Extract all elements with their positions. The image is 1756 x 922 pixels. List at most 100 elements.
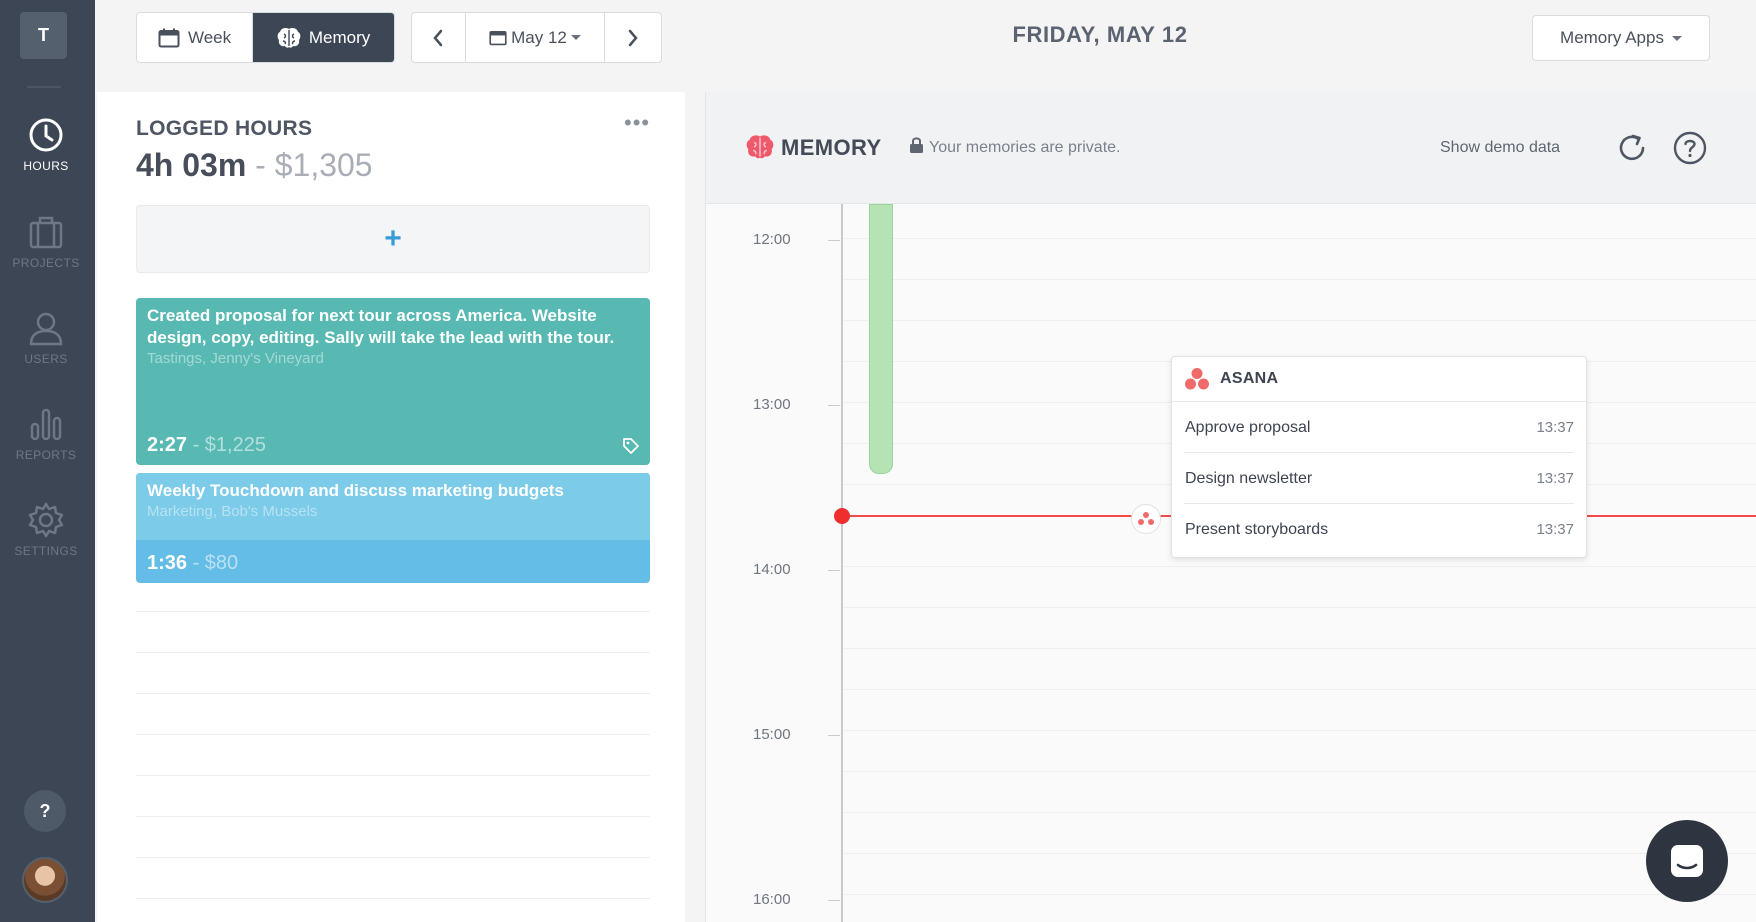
- view-switcher: Week Memory: [136, 12, 395, 63]
- date-picker[interactable]: May 12: [466, 13, 606, 62]
- total-duration: 4h 03m: [136, 147, 247, 183]
- sidebar-item-label: HOURS: [23, 159, 69, 173]
- briefcase-icon: [29, 216, 63, 249]
- help-button[interactable]: ?: [24, 790, 66, 832]
- sidebar-item-label: REPORTS: [15, 448, 77, 462]
- popup-item-label: Design newsletter: [1185, 470, 1313, 487]
- asana-marker[interactable]: [1131, 504, 1161, 534]
- entry-meta: Tastings, Jenny's Vineyard: [147, 350, 324, 367]
- chevron-right-icon: [628, 29, 638, 46]
- entry-duration: 2:27: [147, 434, 188, 456]
- memory-header: MEMORY Your memories are private. Show d…: [706, 92, 1756, 204]
- entry-amount: - $80: [187, 552, 239, 574]
- entry-description: Created proposal for next tour across Am…: [147, 305, 630, 368]
- grid-line: [842, 812, 1756, 813]
- popup-title: ASANA: [1220, 370, 1279, 387]
- grid-line: [842, 238, 1756, 239]
- chat-launcher-button[interactable]: [1646, 820, 1728, 902]
- sidebar-item-reports[interactable]: REPORTS: [0, 404, 92, 462]
- privacy-note: Your memories are private.: [929, 139, 1121, 156]
- memory-apps-dropdown[interactable]: Memory Apps: [1532, 15, 1710, 61]
- asana-icon: [1138, 512, 1154, 525]
- time-label: 16:00: [753, 891, 791, 908]
- show-demo-data-link[interactable]: Show demo data: [1440, 139, 1560, 157]
- next-day-button[interactable]: [605, 13, 661, 62]
- entry-text: Created proposal for next tour across Am…: [147, 306, 615, 347]
- logged-hours-panel: LOGGED HOURS 4h 03m - $1,305 ••• + Creat…: [97, 92, 685, 922]
- popup-item-time: 13:37: [1536, 470, 1574, 487]
- lock-icon: [910, 137, 923, 153]
- brain-icon: [277, 27, 301, 48]
- entry-duration: 1:36: [147, 552, 188, 574]
- empty-slot-divider: [136, 693, 650, 694]
- popup-item-label: Present storyboards: [1185, 521, 1329, 538]
- time-label: 14:00: [753, 561, 791, 578]
- entry-description: Weekly Touchdown and discuss marketing b…: [147, 480, 630, 521]
- user-icon: [29, 312, 63, 346]
- empty-slot-divider: [136, 611, 650, 612]
- sidebar-item-label: USERS: [24, 352, 68, 366]
- popup-item[interactable]: Design newsletter 13:37: [1172, 453, 1586, 504]
- clock-icon: [29, 118, 63, 152]
- popup-item-time: 13:37: [1536, 419, 1574, 436]
- popup-item[interactable]: Present storyboards 13:37: [1172, 504, 1586, 555]
- empty-slot-divider: [136, 857, 650, 858]
- popup-item[interactable]: Approve proposal 13:37: [1172, 402, 1586, 453]
- grid-line: [842, 566, 1756, 567]
- sidebar: T HOURS PROJECTS USERS REPORTS SETTINGS …: [0, 0, 95, 922]
- sidebar-item-hours[interactable]: HOURS: [0, 115, 92, 173]
- entry-footer: 2:27 - $1,225: [147, 434, 266, 457]
- sidebar-item-label: PROJECTS: [12, 256, 80, 270]
- total-amount: $1,305: [274, 147, 373, 183]
- time-entry[interactable]: Weekly Touchdown and discuss marketing b…: [136, 473, 650, 583]
- sidebar-item-settings[interactable]: SETTINGS: [0, 500, 92, 558]
- popup-item-time: 13:37: [1536, 521, 1574, 538]
- grid-line: [842, 689, 1756, 690]
- tag-icon[interactable]: [622, 437, 640, 455]
- sidebar-item-users[interactable]: USERS: [0, 308, 92, 366]
- time-tick: [828, 405, 840, 406]
- memory-panel: MEMORY Your memories are private. Show d…: [705, 92, 1756, 922]
- time-tick: [828, 570, 840, 571]
- tab-label: Memory: [308, 27, 371, 47]
- logged-hours-title: LOGGED HOURS: [136, 117, 313, 140]
- grid-line: [842, 894, 1756, 895]
- avatar[interactable]: [22, 857, 68, 903]
- grid-line: [842, 853, 1756, 854]
- time-label: 13:00: [753, 396, 791, 413]
- popup-header: ASANA: [1172, 357, 1586, 402]
- total-separator: -: [246, 147, 275, 183]
- time-entry[interactable]: Created proposal for next tour across Am…: [136, 298, 650, 465]
- grid-line: [842, 648, 1756, 649]
- tab-week[interactable]: Week: [137, 13, 254, 62]
- help-circle-icon[interactable]: [1672, 130, 1708, 166]
- activity-bar[interactable]: [869, 204, 893, 474]
- workspace-badge[interactable]: T: [20, 12, 67, 59]
- bar-chart-icon: [30, 408, 62, 441]
- empty-slot-divider: [136, 652, 650, 653]
- time-tick: [828, 240, 840, 241]
- entry-meta: Marketing, Bob's Mussels: [147, 503, 318, 520]
- more-options-icon[interactable]: •••: [624, 110, 650, 136]
- chevron-down-icon: [1671, 35, 1682, 41]
- asana-popup: ASANA Approve proposal 13:37 Design news…: [1171, 356, 1587, 558]
- tab-memory[interactable]: Memory: [253, 13, 394, 62]
- brain-icon: [746, 135, 774, 159]
- timeline-axis: [841, 204, 843, 922]
- sidebar-item-projects[interactable]: PROJECTS: [0, 212, 92, 270]
- gear-icon: [28, 502, 64, 538]
- memory-title: MEMORY: [781, 135, 882, 160]
- refresh-icon[interactable]: [1614, 130, 1650, 166]
- time-tick: [828, 735, 840, 736]
- add-entry-button[interactable]: +: [136, 205, 650, 273]
- time-label: 12:00: [753, 231, 791, 248]
- grid-line: [842, 607, 1756, 608]
- entry-text: Weekly Touchdown and discuss marketing b…: [147, 481, 564, 500]
- grid-line: [842, 771, 1756, 772]
- prev-day-button[interactable]: [412, 13, 466, 62]
- popup-item-label: Approve proposal: [1185, 419, 1311, 436]
- empty-slot-divider: [136, 816, 650, 817]
- chevron-left-icon: [433, 29, 443, 46]
- chevron-down-icon: [570, 35, 581, 40]
- time-label: 15:00: [753, 726, 791, 743]
